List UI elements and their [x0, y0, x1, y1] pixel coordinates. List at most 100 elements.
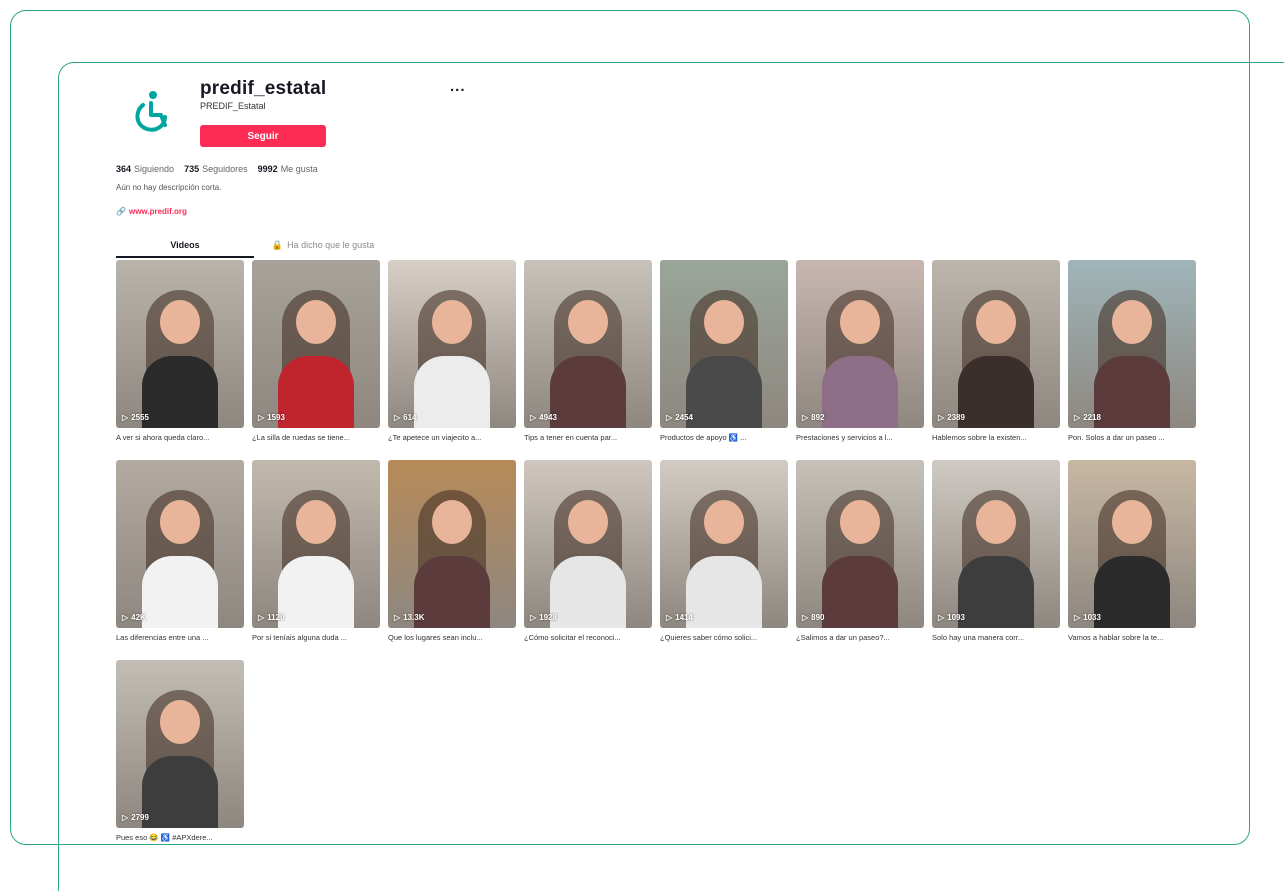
more-options-button[interactable]: ... [450, 78, 466, 95]
video-thumbnail[interactable]: ▷ 614 [388, 260, 516, 428]
video-thumbnail[interactable]: ▷ 42K [116, 460, 244, 628]
view-count: ▷ 42K [122, 613, 146, 622]
video-card[interactable]: ▷ 1120 Por si teníais alguna duda ... [252, 460, 380, 642]
video-card[interactable]: ▷ 614 ¿Te apetece un viajecito a... [388, 260, 516, 442]
profile-bio: Aún no hay descripción corta. [116, 183, 222, 192]
video-card[interactable]: ▷ 1093 Solo hay una manera corr... [932, 460, 1060, 642]
stat-followers[interactable]: 735 Seguidores [184, 164, 248, 174]
view-count: ▷ 4943 [530, 413, 557, 422]
username: predif_estatal [200, 78, 327, 99]
video-card[interactable]: ▷ 1033 Vamos a hablar sobre la te... [1068, 460, 1196, 642]
avatar[interactable] [116, 76, 186, 146]
person-body-shape [1094, 556, 1170, 628]
view-count: ▷ 890 [802, 613, 825, 622]
video-card[interactable]: ▷ 892 Prestaciones y servicios a l... [796, 260, 924, 442]
view-count: ▷ 1414 [666, 613, 693, 622]
play-icon: ▷ [530, 613, 537, 622]
video-caption[interactable]: ¿Quieres saber cómo solici... [660, 633, 788, 642]
video-card[interactable]: ▷ 1414 ¿Quieres saber cómo solici... [660, 460, 788, 642]
profile-link[interactable]: 🔗 www.predif.org [116, 207, 187, 216]
person-face-shape [160, 500, 200, 544]
view-count: ▷ 892 [802, 413, 825, 422]
video-caption[interactable]: Solo hay una manera corr... [932, 633, 1060, 642]
video-card[interactable]: ▷ 13.3K Que los lugares sean inclu... [388, 460, 516, 642]
link-icon: 🔗 [116, 207, 126, 216]
video-caption[interactable]: Pues eso 😂 ♿ #APXdere... [116, 833, 244, 842]
person-face-shape [976, 300, 1016, 344]
video-card[interactable]: ▷ 42K Las diferencias entre una ... [116, 460, 244, 642]
view-count: ▷ 1033 [1074, 613, 1101, 622]
view-count: ▷ 1593 [258, 413, 285, 422]
video-thumbnail[interactable]: ▷ 1033 [1068, 460, 1196, 628]
play-icon: ▷ [258, 413, 265, 422]
video-caption[interactable]: Las diferencias entre una ... [116, 633, 244, 642]
play-icon: ▷ [258, 613, 265, 622]
video-card[interactable]: ▷ 1593 ¿La silla de ruedas se tiene... [252, 260, 380, 442]
video-card[interactable]: ▷ 2389 Hablemos sobre la existen... [932, 260, 1060, 442]
video-thumbnail[interactable]: ▷ 2454 [660, 260, 788, 428]
video-card[interactable]: ▷ 2454 Productos de apoyo ♿ ... [660, 260, 788, 442]
tab-liked[interactable]: 🔒 Ha dicho que le gusta [254, 232, 392, 258]
person-body-shape [958, 356, 1034, 428]
person-body-shape [278, 356, 354, 428]
play-icon: ▷ [802, 613, 809, 622]
video-caption[interactable]: ¿Te apetece un viajecito a... [388, 433, 516, 442]
lock-icon: 🔒 [271, 239, 284, 250]
video-thumbnail[interactable]: ▷ 890 [796, 460, 924, 628]
view-count: ▷ 2555 [122, 413, 149, 422]
video-caption[interactable]: Productos de apoyo ♿ ... [660, 433, 788, 442]
play-icon: ▷ [666, 613, 673, 622]
video-card[interactable]: ▷ 2218 Pon. Solos a dar un paseo ... [1068, 260, 1196, 442]
video-caption[interactable]: ¿Salimos a dar un paseo?... [796, 633, 924, 642]
person-face-shape [568, 300, 608, 344]
person-body-shape [686, 356, 762, 428]
video-caption[interactable]: ¿La silla de ruedas se tiene... [252, 433, 380, 442]
video-caption[interactable]: A ver si ahora queda claro... [116, 433, 244, 442]
view-count: ▷ 1120 [258, 613, 285, 622]
video-caption[interactable]: Hablemos sobre la existen... [932, 433, 1060, 442]
video-caption[interactable]: Pon. Solos a dar un paseo ... [1068, 433, 1196, 442]
person-face-shape [160, 300, 200, 344]
video-caption[interactable]: Prestaciones y servicios a l... [796, 433, 924, 442]
person-body-shape [414, 356, 490, 428]
stat-following[interactable]: 364 Siguiendo [116, 164, 174, 174]
person-body-shape [958, 556, 1034, 628]
video-card[interactable]: ▷ 4943 Tips a tener en cuenta par... [524, 260, 652, 442]
video-caption[interactable]: Que los lugares sean inclu... [388, 633, 516, 642]
view-count: ▷ 2218 [1074, 413, 1101, 422]
person-face-shape [840, 300, 880, 344]
video-thumbnail[interactable]: ▷ 1093 [932, 460, 1060, 628]
video-thumbnail[interactable]: ▷ 2555 [116, 260, 244, 428]
video-caption[interactable]: Vamos a hablar sobre la te... [1068, 633, 1196, 642]
video-thumbnail[interactable]: ▷ 1593 [252, 260, 380, 428]
play-icon: ▷ [666, 413, 673, 422]
video-card[interactable]: ▷ 1928 ¿Cómo solicitar el reconoci... [524, 460, 652, 642]
video-thumbnail[interactable]: ▷ 13.3K [388, 460, 516, 628]
video-thumbnail[interactable]: ▷ 2218 [1068, 260, 1196, 428]
video-thumbnail[interactable]: ▷ 1414 [660, 460, 788, 628]
video-thumbnail[interactable]: ▷ 1120 [252, 460, 380, 628]
video-card[interactable]: ▷ 890 ¿Salimos a dar un paseo?... [796, 460, 924, 642]
video-thumbnail[interactable]: ▷ 1928 [524, 460, 652, 628]
person-face-shape [568, 500, 608, 544]
person-face-shape [296, 300, 336, 344]
person-face-shape [1112, 500, 1152, 544]
person-face-shape [840, 500, 880, 544]
video-card[interactable]: ▷ 2555 A ver si ahora queda claro... [116, 260, 244, 442]
person-face-shape [160, 700, 200, 744]
tab-videos[interactable]: Videos [116, 232, 254, 258]
video-thumbnail[interactable]: ▷ 892 [796, 260, 924, 428]
follow-button[interactable]: Seguir [200, 125, 326, 147]
person-body-shape [550, 556, 626, 628]
person-body-shape [414, 556, 490, 628]
view-count: ▷ 2799 [122, 813, 149, 822]
video-caption[interactable]: ¿Cómo solicitar el reconoci... [524, 633, 652, 642]
view-count: ▷ 1928 [530, 613, 557, 622]
video-thumbnail[interactable]: ▷ 4943 [524, 260, 652, 428]
video-thumbnail[interactable]: ▷ 2799 [116, 660, 244, 828]
play-icon: ▷ [122, 813, 129, 822]
video-card[interactable]: ▷ 2799 Pues eso 😂 ♿ #APXdere... [116, 660, 244, 842]
video-caption[interactable]: Por si teníais alguna duda ... [252, 633, 380, 642]
video-thumbnail[interactable]: ▷ 2389 [932, 260, 1060, 428]
video-caption[interactable]: Tips a tener en cuenta par... [524, 433, 652, 442]
